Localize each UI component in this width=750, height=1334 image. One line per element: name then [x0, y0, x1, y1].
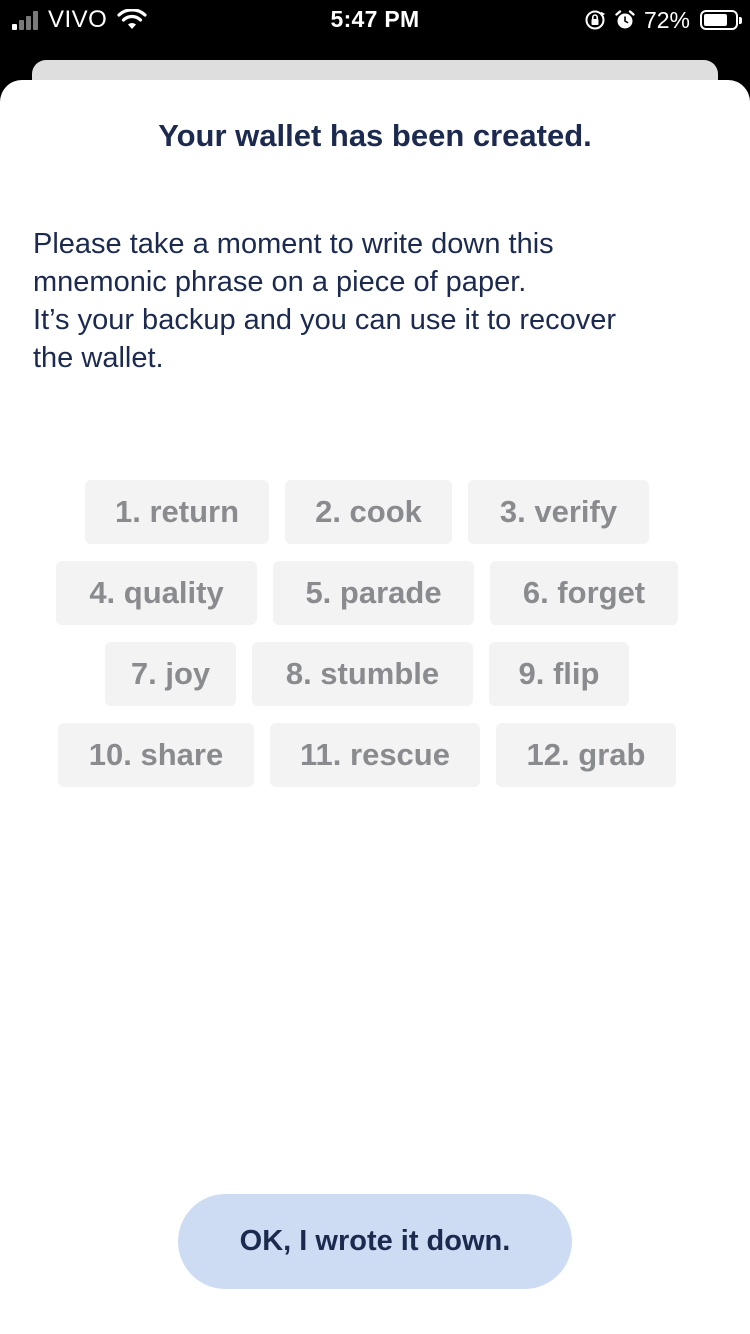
- orientation-lock-icon: [585, 10, 606, 30]
- mnemonic-word: 8. stumble: [252, 642, 473, 706]
- mnemonic-word: 9. flip: [489, 642, 629, 706]
- battery-icon: [700, 10, 742, 30]
- instruction-line: It’s your backup and you can use it to r…: [33, 304, 617, 336]
- mnemonic-word: 6. forget: [490, 561, 678, 625]
- mnemonic-word: 5. parade: [273, 561, 474, 625]
- alarm-icon: [615, 10, 635, 29]
- instruction-line: Please take a moment to write down this: [33, 228, 554, 260]
- mnemonic-word: 12. grab: [496, 723, 676, 787]
- instruction-line: the wallet.: [33, 342, 164, 374]
- mnemonic-word: 11. rescue: [270, 723, 480, 787]
- mnemonic-word: 10. share: [58, 723, 254, 787]
- page-title: Your wallet has been created.: [158, 118, 592, 153]
- status-right: 72%: [584, 6, 742, 34]
- mnemonic-word: 1. return: [85, 480, 269, 544]
- instruction-line: mnemonic phrase on a piece of paper.: [33, 266, 527, 298]
- wallet-created-sheet: Your wallet has been created. Please tak…: [0, 80, 750, 1334]
- backup-instructions: Please take a moment to write down this …: [33, 225, 723, 377]
- mnemonic-word: 2. cook: [285, 480, 452, 544]
- mnemonic-word: 7. joy: [105, 642, 236, 706]
- battery-percent: 72%: [643, 6, 690, 33]
- mnemonic-word: 3. verify: [468, 480, 649, 544]
- status-bar: VIVO 5:47 PM 72%: [0, 0, 750, 40]
- mnemonic-word: 4. quality: [56, 561, 257, 625]
- confirm-written-button[interactable]: OK, I wrote it down.: [178, 1194, 572, 1289]
